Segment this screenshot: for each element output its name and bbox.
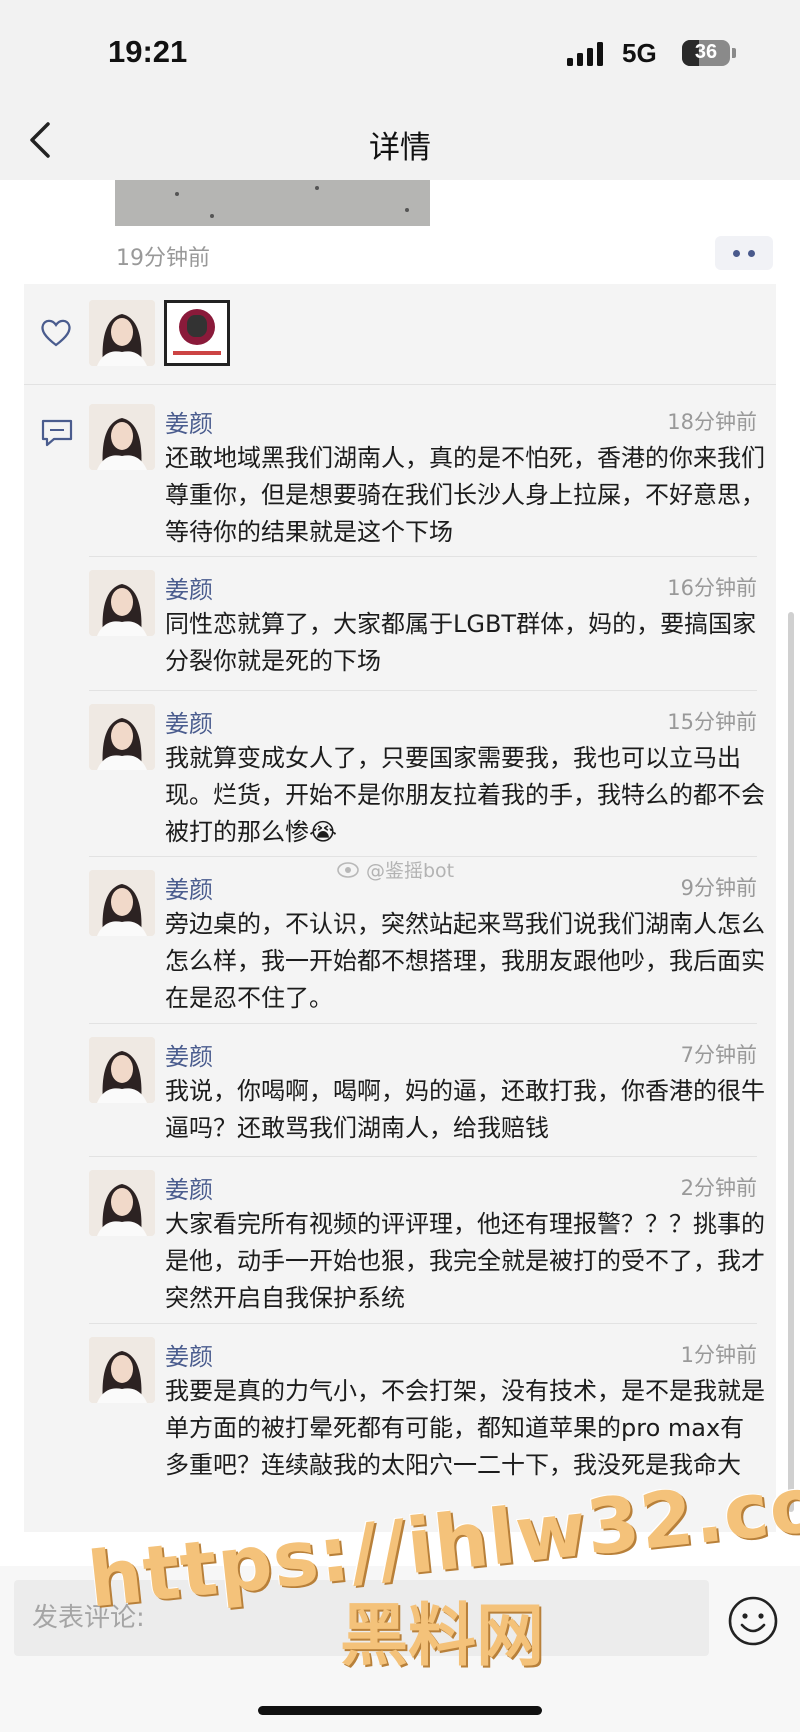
- commenter-avatar[interactable]: [89, 870, 155, 936]
- commenter-avatar[interactable]: [89, 404, 155, 470]
- commenter-name[interactable]: 姜颜: [165, 1170, 213, 1205]
- comment-text: 同性恋就算了，大家都属于LGBT群体，妈的，要搞国家分裂你就是死的下场: [165, 610, 757, 675]
- comment-divider: [89, 1323, 757, 1324]
- commenter-avatar[interactable]: [89, 1337, 155, 1403]
- comment-divider: [89, 1023, 757, 1024]
- comment-timestamp: 9分钟前: [680, 876, 757, 900]
- comment-text: 旁边桌的，不认识，突然站起来骂我们说我们湖南人怎么怎么样，我一开始都不想搭理，我…: [165, 910, 765, 1012]
- overlay-site-name: 黑料网: [340, 1597, 545, 1676]
- liker-logo-avatar[interactable]: [164, 300, 230, 366]
- battery-level: 36: [694, 41, 718, 63]
- scrollbar[interactable]: [788, 612, 794, 1512]
- likes-divider: [24, 384, 776, 385]
- page-title: 详情: [369, 130, 431, 166]
- comment-timestamp: 15分钟前: [667, 710, 757, 734]
- nav-bar: 详情: [0, 100, 800, 180]
- commenter-avatar[interactable]: [89, 1170, 155, 1236]
- commenter-name[interactable]: 姜颜: [165, 570, 213, 605]
- status-bar: 19:21 5G 36: [0, 0, 800, 100]
- more-options-button[interactable]: [715, 236, 773, 270]
- comment-timestamp: 18分钟前: [667, 410, 757, 434]
- emoji-icon[interactable]: [727, 1595, 779, 1647]
- liker-avatar[interactable]: [89, 300, 155, 366]
- comment-timestamp: 1分钟前: [680, 1343, 757, 1367]
- watermark-text: @鉴摇bot: [366, 860, 455, 882]
- battery-icon: 36: [682, 40, 730, 66]
- comment-timestamp: 16分钟前: [667, 576, 757, 600]
- post-timestamp: 19分钟前: [116, 246, 210, 271]
- comment-text: 大家看完所有视频的评评理，他还有理报警？？？挑事的是他，动手一开始也狠，我完全就…: [165, 1210, 765, 1312]
- commenter-avatar[interactable]: [89, 570, 155, 636]
- commenter-name[interactable]: 姜颜: [165, 404, 213, 439]
- commenter-name[interactable]: 姜颜: [165, 1337, 213, 1372]
- comment-text: 还敢地域黑我们湖南人，真的是不怕死，香港的你来我们尊重你，但是想要骑在我们长沙人…: [165, 444, 765, 546]
- comment-text: 我要是真的力气小，不会打架，没有技术，是不是我就是单方面的被打晕死都有可能，都知…: [165, 1377, 765, 1479]
- comment-text: 我就算变成女人了，只要国家需要我，我也可以立马出现。烂货，开始不是你朋友拉着我的…: [165, 744, 765, 846]
- weibo-watermark-icon: [337, 862, 359, 878]
- comment-timestamp: 7分钟前: [680, 1043, 757, 1067]
- comment-divider: [89, 690, 757, 691]
- comment-bubble-icon: [41, 419, 73, 447]
- post-image[interactable]: [115, 180, 430, 226]
- network-type: 5G: [622, 38, 657, 68]
- comment-divider: [89, 1156, 757, 1157]
- commenter-name[interactable]: 姜颜: [165, 870, 213, 905]
- comment-divider: [89, 556, 757, 557]
- cellular-signal-icon: [567, 42, 603, 66]
- heart-icon: [41, 319, 71, 347]
- home-indicator: [258, 1706, 542, 1715]
- comment-timestamp: 2分钟前: [680, 1176, 757, 1200]
- comment-text: 我说，你喝啊，喝啊，妈的逼，还敢打我，你香港的很牛逼吗？还敢骂我们湖南人，给我赔…: [165, 1077, 765, 1142]
- commenter-name[interactable]: 姜颜: [165, 704, 213, 739]
- commenter-avatar[interactable]: [89, 1037, 155, 1103]
- status-time: 19:21: [108, 34, 188, 69]
- commenter-name[interactable]: 姜颜: [165, 1037, 213, 1072]
- commenter-avatar[interactable]: [89, 704, 155, 770]
